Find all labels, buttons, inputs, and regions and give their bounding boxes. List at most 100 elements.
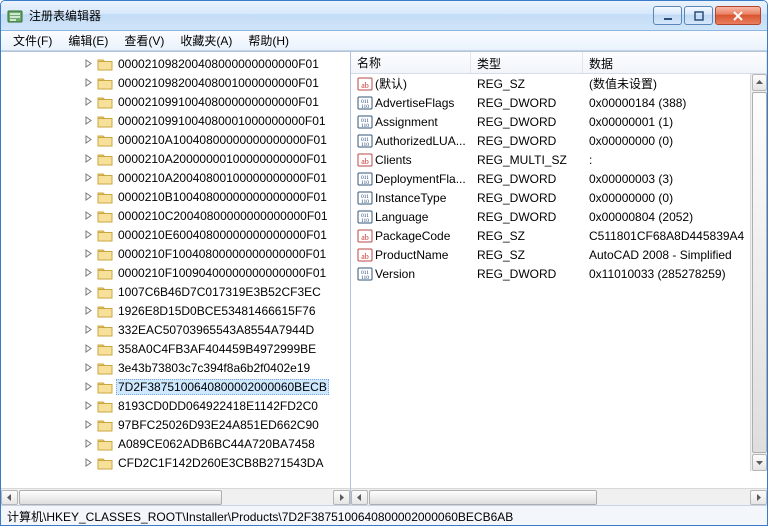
list-row[interactable]: 011110AssignmentREG_DWORD0x00000001 (1) (351, 112, 767, 131)
tree-item[interactable]: 0000210A10040800000000000000F01 (11, 130, 350, 149)
expander-icon[interactable] (83, 286, 94, 297)
values-hscroll-thumb[interactable] (369, 490, 597, 505)
folder-icon (97, 266, 113, 280)
scroll-right-button[interactable] (750, 490, 767, 505)
tree-hscroll-thumb[interactable] (19, 490, 222, 505)
tree-item[interactable]: 3e43b73803c7c394f8a6b2f0402e19 (11, 358, 350, 377)
expander-icon[interactable] (83, 324, 94, 335)
tree-item[interactable]: 0000210A20000000100000000000F01 (11, 149, 350, 168)
tree-item[interactable]: 0000210E60040800000000000000F01 (11, 225, 350, 244)
list-row[interactable]: abProductNameREG_SZAutoCAD 2008 - Simpli… (351, 245, 767, 264)
tree-item[interactable]: A089CE062ADB6BC44A720BA7458 (11, 434, 350, 453)
values-list[interactable]: 名称 类型 数据 ab(默认)REG_SZ(数值未设置)011110Advert… (351, 52, 767, 488)
values-hscroll-track[interactable] (369, 490, 749, 505)
tree-hscrollbar[interactable] (1, 488, 350, 505)
scroll-right-button[interactable] (333, 490, 350, 505)
tree-scroll-area[interactable]: 000021098200408000000000000F010000210982… (1, 52, 350, 488)
tree-item[interactable]: 0000210A20040800100000000000F01 (11, 168, 350, 187)
tree-item[interactable]: 0000210F10040800000000000000F01 (11, 244, 350, 263)
column-header-type[interactable]: 类型 (471, 52, 583, 73)
expander-icon[interactable] (83, 267, 94, 278)
menu-file[interactable]: 文件(F) (5, 30, 60, 51)
tree-item[interactable]: 0000210991004080001000000000F01 (11, 111, 350, 130)
regedit-window: 注册表编辑器 文件(F) 编辑(E) 查看(V) 收藏夹(A) 帮助(H) 00… (0, 0, 768, 526)
values-vscrollbar[interactable] (750, 74, 767, 471)
expander-icon[interactable] (83, 419, 94, 430)
values-hscrollbar[interactable] (351, 488, 767, 505)
close-button[interactable] (715, 6, 761, 25)
value-type: REG_SZ (471, 229, 583, 243)
minimize-button[interactable] (653, 6, 682, 25)
column-header-data[interactable]: 数据 (583, 52, 767, 73)
expander-icon[interactable] (83, 58, 94, 69)
value-name-cell: abPackageCode (351, 228, 471, 244)
expander-icon[interactable] (83, 229, 94, 240)
value-name: DeploymentFla... (375, 172, 466, 186)
expander-icon[interactable] (83, 210, 94, 221)
scroll-down-button[interactable] (752, 454, 767, 471)
values-vscroll-track[interactable] (752, 92, 767, 453)
expander-icon[interactable] (83, 96, 94, 107)
list-row[interactable]: 011110AuthorizedLUA...REG_DWORD0x0000000… (351, 131, 767, 150)
list-row[interactable]: abClientsREG_MULTI_SZ: (351, 150, 767, 169)
tree-item[interactable]: 1926E8D15D0BCE53481466615F76 (11, 301, 350, 320)
expander-icon[interactable] (83, 362, 94, 373)
tree-hscroll-track[interactable] (19, 490, 332, 505)
expander-icon[interactable] (83, 248, 94, 259)
list-row[interactable]: 011110DeploymentFla...REG_DWORD0x0000000… (351, 169, 767, 188)
scroll-left-button[interactable] (351, 490, 368, 505)
titlebar[interactable]: 注册表编辑器 (1, 1, 767, 31)
tree-item[interactable]: 0000210C20040800000000000000F01 (11, 206, 350, 225)
tree-item[interactable]: 358A0C4FB3AF404459B4972999BE (11, 339, 350, 358)
list-header: 名称 类型 数据 (351, 52, 767, 74)
menu-favorites[interactable]: 收藏夹(A) (172, 30, 240, 51)
folder-icon (97, 114, 113, 128)
expander-icon[interactable] (83, 457, 94, 468)
tree-item[interactable]: CFD2C1F142D260E3CB8B271543DA (11, 453, 350, 472)
tree-item[interactable]: 000021098200408000000000000F01 (11, 54, 350, 73)
folder-icon (97, 323, 113, 337)
list-row[interactable]: abPackageCodeREG_SZC511801CF68A8D445839A… (351, 226, 767, 245)
value-type: REG_MULTI_SZ (471, 153, 583, 167)
values-scroll-area[interactable]: 名称 类型 数据 ab(默认)REG_SZ(数值未设置)011110Advert… (351, 52, 767, 488)
tree-item[interactable]: 0000210B10040800000000000000F01 (11, 187, 350, 206)
statusbar: 计算机\HKEY_CLASSES_ROOT\Installer\Products… (1, 505, 767, 525)
tree-item[interactable]: 1007C6B46D7C017319E3B52CF3EC (11, 282, 350, 301)
menu-view[interactable]: 查看(V) (116, 30, 172, 51)
list-row[interactable]: ab(默认)REG_SZ(数值未设置) (351, 74, 767, 93)
expander-icon[interactable] (83, 305, 94, 316)
tree-item[interactable]: 000021098200408001000000000F01 (11, 73, 350, 92)
tree-item-label: 0000210E60040800000000000000F01 (116, 227, 329, 243)
column-header-name[interactable]: 名称 (351, 52, 471, 73)
maximize-button[interactable] (684, 6, 713, 25)
expander-icon[interactable] (83, 172, 94, 183)
menu-edit[interactable]: 编辑(E) (60, 30, 116, 51)
tree-item[interactable]: 0000210F10090400000000000000F01 (11, 263, 350, 282)
list-row[interactable]: 011110LanguageREG_DWORD0x00000804 (2052) (351, 207, 767, 226)
expander-icon[interactable] (83, 191, 94, 202)
tree-item[interactable]: 8193CD0DD064922418E1142FD2C0 (11, 396, 350, 415)
expander-icon[interactable] (83, 134, 94, 145)
registry-tree[interactable]: 000021098200408000000000000F010000210982… (1, 52, 350, 488)
scroll-up-button[interactable] (752, 74, 767, 91)
tree-item-label: 000021098200408000000000000F01 (116, 56, 321, 72)
scroll-left-button[interactable] (1, 490, 18, 505)
tree-item[interactable]: 7D2F3875100640800002000060BECB (11, 377, 350, 396)
menu-help[interactable]: 帮助(H) (240, 30, 297, 51)
client-area: 000021098200408000000000000F010000210982… (1, 51, 767, 505)
expander-icon[interactable] (83, 153, 94, 164)
expander-icon[interactable] (83, 77, 94, 88)
expander-icon[interactable] (83, 343, 94, 354)
folder-icon (97, 171, 113, 185)
values-vscroll-thumb[interactable] (752, 92, 767, 453)
list-row[interactable]: 011110InstanceTypeREG_DWORD0x00000000 (0… (351, 188, 767, 207)
expander-icon[interactable] (83, 400, 94, 411)
tree-item[interactable]: 97BFC25026D93E24A851ED662C90 (11, 415, 350, 434)
tree-item[interactable]: 000021099100408000000000000F01 (11, 92, 350, 111)
list-row[interactable]: 011110AdvertiseFlagsREG_DWORD0x00000184 … (351, 93, 767, 112)
tree-item[interactable]: 332EAC50703965543A8554A7944D (11, 320, 350, 339)
expander-icon[interactable] (83, 381, 94, 392)
expander-icon[interactable] (83, 115, 94, 126)
list-row[interactable]: 011110VersionREG_DWORD0x11010033 (285278… (351, 264, 767, 283)
expander-icon[interactable] (83, 438, 94, 449)
